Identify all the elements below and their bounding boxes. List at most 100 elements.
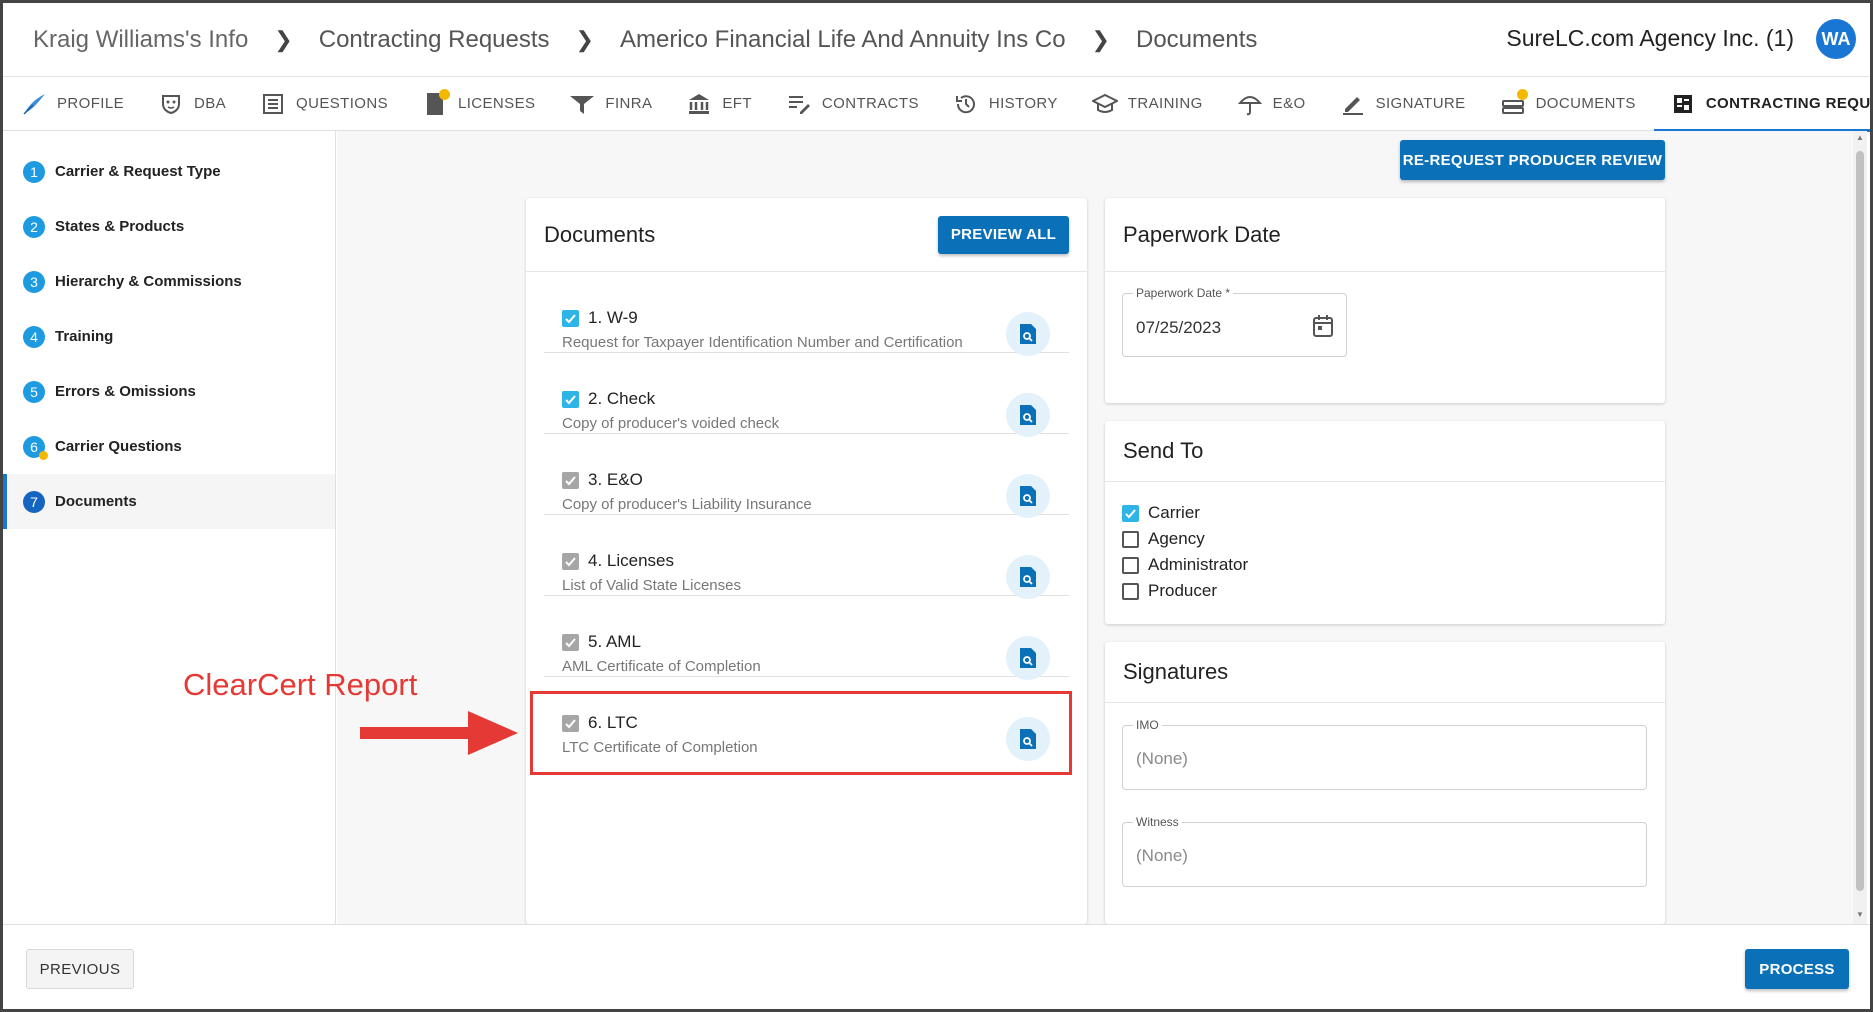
- step-label: Carrier & Request Type: [55, 163, 221, 180]
- tab-label: PROFILE: [57, 95, 124, 112]
- header: Kraig Williams's Info ❯ Contracting Requ…: [3, 3, 1870, 77]
- option-label: Producer: [1148, 581, 1217, 600]
- step-number: 6: [23, 435, 48, 460]
- umbrella-icon: [1237, 91, 1263, 117]
- footer-bar: PREVIOUS PROCESS: [3, 924, 1870, 1009]
- checkbox[interactable]: [1122, 530, 1139, 548]
- step-hierarchy-commissions[interactable]: 3 Hierarchy & Commissions: [3, 254, 335, 309]
- list-icon: [260, 91, 286, 117]
- paperwork-date-field[interactable]: Paperwork Date * 07/25/2023: [1122, 286, 1347, 357]
- send-to-option-administrator[interactable]: Administrator: [1122, 552, 1648, 578]
- tab-eo[interactable]: E&O: [1237, 77, 1306, 131]
- send-to-option-producer[interactable]: Producer: [1122, 578, 1648, 604]
- checkbox[interactable]: [1122, 504, 1139, 522]
- tab-label: SIGNATURE: [1375, 95, 1466, 112]
- breadcrumb: Kraig Williams's Info ❯ Contracting Requ…: [3, 26, 1257, 54]
- tab-contracting-requests[interactable]: CONTRACTING REQUESTS: [1653, 77, 1871, 132]
- requests-icon: [1670, 91, 1696, 117]
- send-to-option-agency[interactable]: Agency: [1122, 526, 1648, 552]
- step-training[interactable]: 4 Training: [3, 309, 335, 364]
- breadcrumb-producer-info[interactable]: Kraig Williams's Info: [33, 26, 248, 54]
- document-preview-icon[interactable]: [1006, 636, 1050, 680]
- imo-field[interactable]: IMO (None): [1122, 718, 1647, 790]
- tab-questions[interactable]: QUESTIONS: [260, 77, 388, 131]
- documents-card: Documents PREVIEW ALL 1. W-9 Request for…: [526, 198, 1087, 924]
- tab-eft[interactable]: EFT: [686, 77, 752, 131]
- step-errors-omissions[interactable]: 5 Errors & Omissions: [3, 364, 335, 419]
- tab-training[interactable]: TRAINING: [1091, 77, 1203, 131]
- feather-icon: [21, 91, 47, 117]
- step-label: Documents: [55, 493, 137, 510]
- checkbox[interactable]: [1122, 582, 1139, 600]
- tab-signature[interactable]: SIGNATURE: [1340, 77, 1466, 131]
- vertical-scrollbar[interactable]: ▲ ▼: [1853, 131, 1867, 924]
- license-icon: [422, 88, 450, 117]
- document-checkbox[interactable]: [562, 390, 579, 408]
- previous-button[interactable]: PREVIOUS: [26, 949, 134, 989]
- step-states-products[interactable]: 2 States & Products: [3, 199, 335, 254]
- document-title: 1. W-9: [588, 308, 638, 327]
- tab-label: FINRA: [605, 95, 653, 112]
- avatar[interactable]: WA: [1816, 19, 1856, 59]
- notification-badge: [1516, 88, 1528, 100]
- paperwork-date-value: 07/25/2023: [1136, 318, 1222, 337]
- step-carrier-request-type[interactable]: 1 Carrier & Request Type: [3, 144, 335, 199]
- document-title: 2. Check: [588, 389, 656, 408]
- tab-history[interactable]: HISTORY: [953, 77, 1058, 131]
- witness-field[interactable]: Witness (None): [1122, 815, 1647, 887]
- document-subtitle: List of Valid State Licenses: [562, 577, 741, 594]
- step-documents[interactable]: 7 Documents: [3, 474, 335, 529]
- step-number: 2: [23, 215, 45, 238]
- tab-profile[interactable]: PROFILE: [21, 77, 124, 131]
- step-label: Carrier Questions: [55, 438, 182, 455]
- document-title: 3. E&O: [588, 470, 643, 489]
- document-checkbox[interactable]: [562, 309, 579, 327]
- tab-label: CONTRACTING REQUESTS: [1705, 95, 1871, 112]
- tab-documents[interactable]: DOCUMENTS: [1500, 77, 1636, 131]
- breadcrumb-carrier[interactable]: Americo Financial Life And Annuity Ins C…: [620, 26, 1066, 54]
- calendar-icon[interactable]: [1312, 314, 1334, 343]
- send-to-title: Send To: [1123, 438, 1204, 463]
- document-checkbox: [562, 633, 579, 651]
- scrollbar-thumb[interactable]: [1856, 151, 1864, 891]
- warning-dot-icon: [39, 450, 48, 460]
- step-carrier-questions[interactable]: 6 Carrier Questions: [3, 419, 335, 474]
- tab-label: CONTRACTS: [821, 95, 919, 112]
- step-number: 3: [23, 270, 45, 293]
- agency-selector[interactable]: SureLC.com Agency Inc. (1): [1506, 25, 1794, 52]
- document-preview-icon[interactable]: [1006, 393, 1050, 437]
- re-request-producer-review-button[interactable]: RE-REQUEST PRODUCER REVIEW: [1400, 140, 1665, 180]
- annotation-label: ClearCert Report: [183, 667, 418, 702]
- document-item-licenses: 4. Licenses List of Valid State Licenses: [544, 515, 1069, 599]
- paperwork-date-title: Paperwork Date: [1123, 221, 1281, 247]
- send-to-option-carrier[interactable]: Carrier: [1122, 500, 1648, 526]
- chevron-right-icon: ❯: [1091, 26, 1110, 52]
- tab-contracts[interactable]: CONTRACTS: [786, 77, 919, 131]
- tab-finra[interactable]: FINRA: [569, 77, 652, 131]
- tab-label: DOCUMENTS: [1535, 95, 1636, 112]
- signatures-title: Signatures: [1123, 659, 1229, 684]
- document-preview-icon[interactable]: [1006, 474, 1050, 518]
- tab-bar: PROFILE DBA QUESTIONS LICENSES FINRA EFT…: [3, 77, 1871, 132]
- document-subtitle: Request for Taxpayer Identification Numb…: [562, 334, 963, 351]
- signatures-card: Signatures IMO (None) Witness (None): [1105, 642, 1665, 924]
- document-preview-icon[interactable]: [1006, 312, 1050, 356]
- app-window: Kraig Williams's Info ❯ Contracting Requ…: [0, 0, 1873, 1012]
- document-subtitle: Copy of producer's voided check: [562, 415, 780, 432]
- document-item-eo: 3. E&O Copy of producer's Liability Insu…: [544, 434, 1069, 518]
- process-button[interactable]: PROCESS: [1745, 949, 1849, 989]
- step-number: 5: [23, 380, 45, 403]
- tab-dba[interactable]: DBA: [158, 77, 226, 131]
- scroll-down-icon[interactable]: ▼: [1853, 910, 1867, 922]
- preview-all-button[interactable]: PREVIEW ALL: [938, 215, 1069, 254]
- scroll-up-icon[interactable]: ▲: [1853, 133, 1867, 145]
- paperwork-date-label: Paperwork Date *: [1133, 286, 1234, 300]
- option-label: Carrier: [1148, 503, 1200, 522]
- breadcrumb-contracting-requests[interactable]: Contracting Requests: [319, 26, 550, 54]
- document-subtitle: Copy of producer's Liability Insurance: [562, 496, 812, 513]
- document-preview-icon[interactable]: [1006, 555, 1050, 599]
- imo-value: (None): [1136, 749, 1188, 768]
- checkbox[interactable]: [1122, 556, 1139, 574]
- tab-licenses[interactable]: LICENSES: [422, 77, 535, 131]
- graduation-cap-icon: [1091, 91, 1118, 117]
